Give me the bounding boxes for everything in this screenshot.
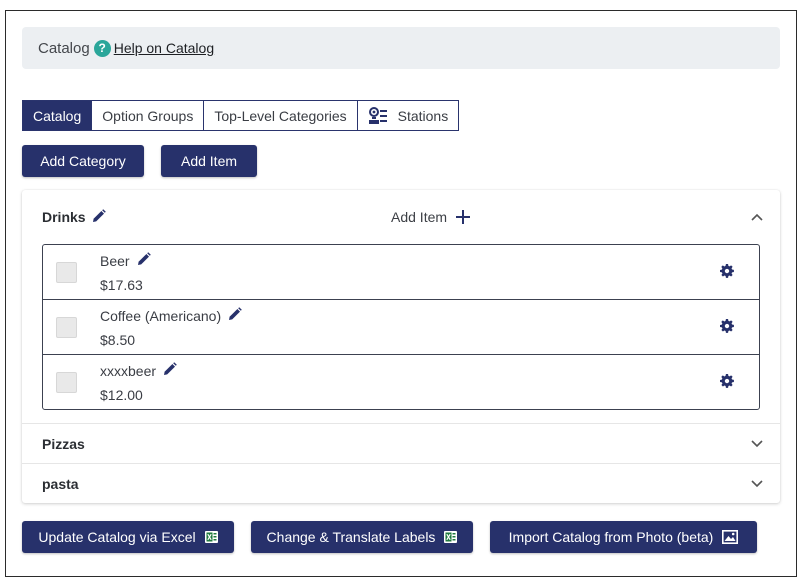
- category-items-list: Beer $17.63 Coffee (Americano) $8.50 xxx…: [42, 244, 760, 410]
- add-category-button[interactable]: Add Category: [22, 145, 144, 177]
- item-name: Beer: [100, 252, 151, 269]
- item-checkbox[interactable]: [56, 262, 77, 283]
- category-name: pasta: [42, 475, 79, 492]
- category-header-pasta[interactable]: pasta: [22, 463, 780, 503]
- add-item-button[interactable]: Add Item: [161, 145, 257, 177]
- list-item: Beer $17.63: [43, 245, 759, 300]
- chevron-up-icon[interactable]: [751, 213, 763, 221]
- update-catalog-excel-button[interactable]: Update Catalog via Excel: [22, 521, 234, 553]
- import-catalog-photo-button[interactable]: Import Catalog from Photo (beta): [490, 521, 757, 553]
- page-header: Catalog ? Help on Catalog: [22, 27, 780, 69]
- edit-pencil-icon[interactable]: [228, 307, 242, 324]
- category-header-drinks[interactable]: Drinks Add Item: [22, 190, 780, 244]
- item-name-label: Beer: [100, 252, 130, 269]
- tab-label: Top-Level Categories: [214, 107, 347, 124]
- tab-label: Option Groups: [102, 107, 194, 124]
- category-name: Drinks: [42, 208, 106, 226]
- item-price: $12.00: [100, 387, 143, 403]
- tab-catalog[interactable]: Catalog: [22, 100, 93, 131]
- button-label: Update Catalog via Excel: [38, 529, 196, 545]
- tab-label: Stations: [397, 107, 449, 124]
- stations-icon: [368, 106, 388, 125]
- category-name: Pizzas: [42, 435, 85, 452]
- tab-label: Catalog: [33, 107, 82, 124]
- catalog-tabs: Catalog Option Groups Top-Level Categori…: [22, 100, 460, 131]
- image-icon: [722, 530, 739, 544]
- excel-icon: [204, 531, 218, 543]
- item-name-label: Coffee (Americano): [100, 307, 222, 324]
- button-label: Import Catalog from Photo (beta): [508, 529, 714, 545]
- plus-icon: [456, 210, 471, 224]
- list-item: Coffee (Americano) $8.50: [43, 300, 759, 355]
- categories-panel: Drinks Add Item Beer $17.63 Coffee (Amer…: [22, 190, 780, 503]
- gear-icon[interactable]: [720, 319, 734, 333]
- catalog-page: Catalog ? Help on Catalog Catalog Option…: [5, 10, 797, 577]
- question-icon[interactable]: ?: [93, 39, 111, 57]
- category-add-item-button[interactable]: Add Item: [391, 209, 471, 225]
- change-translate-labels-button[interactable]: Change & Translate Labels: [251, 521, 473, 553]
- item-checkbox[interactable]: [56, 317, 77, 338]
- edit-pencil-icon[interactable]: [92, 208, 106, 226]
- item-name-label: xxxxbeer: [100, 362, 157, 379]
- category-header-pizzas[interactable]: Pizzas: [22, 423, 780, 463]
- add-item-label: Add Item: [391, 209, 448, 225]
- tab-option-groups[interactable]: Option Groups: [92, 100, 205, 131]
- button-label: Change & Translate Labels: [266, 529, 436, 545]
- excel-icon: [444, 531, 458, 543]
- tab-stations[interactable]: Stations: [357, 100, 460, 131]
- item-checkbox[interactable]: [56, 372, 77, 393]
- chevron-down-icon[interactable]: [751, 439, 763, 448]
- list-item: xxxxbeer $12.00: [43, 355, 759, 410]
- edit-pencil-icon[interactable]: [137, 252, 151, 269]
- chevron-down-icon[interactable]: [751, 479, 763, 488]
- category-name-label: Drinks: [42, 209, 86, 225]
- gear-icon[interactable]: [720, 374, 734, 388]
- item-price: $8.50: [100, 332, 136, 348]
- edit-pencil-icon[interactable]: [163, 362, 177, 379]
- page-title: Catalog: [38, 39, 90, 57]
- gear-icon[interactable]: [720, 264, 734, 278]
- item-name: xxxxbeer: [100, 362, 177, 379]
- tab-top-level-categories[interactable]: Top-Level Categories: [204, 100, 358, 131]
- help-on-catalog-link[interactable]: Help on Catalog: [114, 40, 214, 56]
- item-name: Coffee (Americano): [100, 307, 242, 324]
- item-price: $17.63: [100, 277, 143, 293]
